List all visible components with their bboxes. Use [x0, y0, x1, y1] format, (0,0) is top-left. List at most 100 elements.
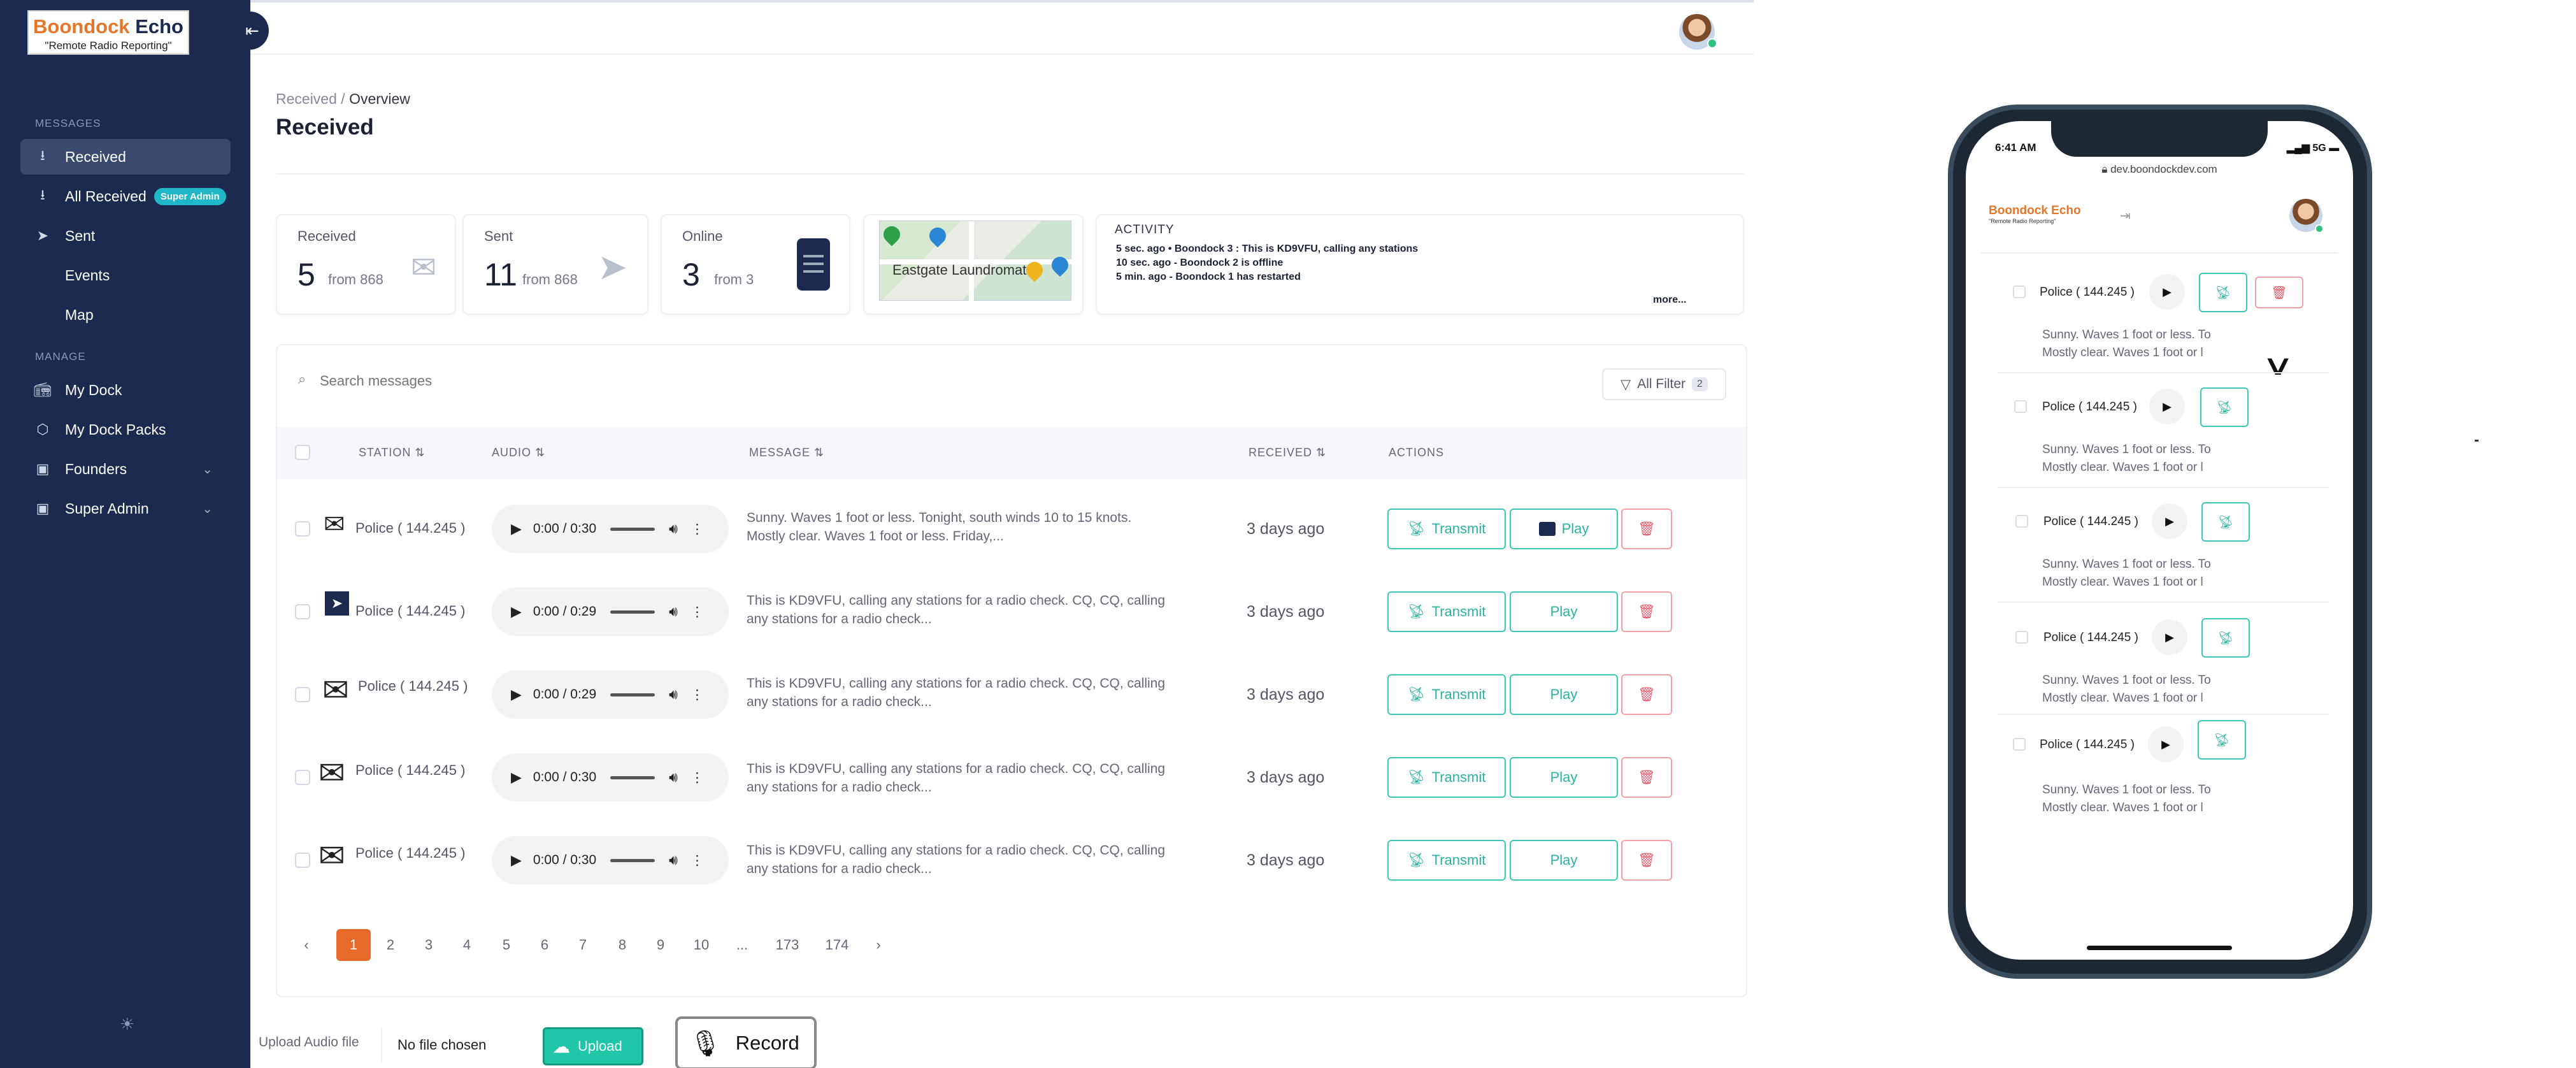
pagination-next[interactable]: ›: [869, 929, 888, 961]
play-button[interactable]: Play: [1510, 840, 1618, 881]
row-checkbox[interactable]: [2014, 400, 2027, 413]
delete-button[interactable]: 🗑︎: [1621, 840, 1672, 881]
sidebar-item-my-dock[interactable]: 📻︎ My Dock: [20, 372, 231, 408]
transmit-button[interactable]: 📡︎ Transmit: [1387, 509, 1506, 549]
page-173[interactable]: 173: [768, 929, 806, 961]
audio-seek-bar[interactable]: [610, 858, 655, 862]
volume-icon[interactable]: 🔊︎: [669, 769, 678, 786]
transmit-button[interactable]: 📡︎: [2201, 618, 2250, 658]
sidebar-item-events[interactable]: Events: [20, 257, 231, 293]
transmit-button[interactable]: 📡︎: [2200, 387, 2249, 427]
map-thumbnail[interactable]: Eastgate Laundromat: [879, 220, 1072, 301]
more-options-icon[interactable]: ⋮: [691, 770, 704, 786]
audio-player[interactable]: ▶ 0:00 / 0:29 🔊︎ ⋮: [492, 670, 729, 719]
page-10[interactable]: 10: [685, 929, 717, 961]
page-1[interactable]: 1: [336, 929, 371, 961]
phone-logo[interactable]: Boondock Echo "Remote Radio Reporting": [1989, 204, 2081, 224]
collapse-sidebar-button[interactable]: ⇤: [236, 11, 269, 50]
delete-button[interactable]: 🗑︎: [2255, 277, 2303, 308]
row-checkbox[interactable]: [295, 687, 310, 702]
play-icon[interactable]: ▶: [2152, 503, 2187, 539]
play-icon[interactable]: ▶: [511, 769, 522, 786]
transmit-button[interactable]: 📡︎: [2198, 720, 2246, 760]
received-stat-card[interactable]: Received 5 from 868 ✉: [276, 214, 456, 315]
page-3[interactable]: 3: [413, 929, 445, 961]
volume-icon[interactable]: 🔊︎: [669, 686, 678, 703]
sidebar-item-all-received[interactable]: ⭳ All Received Super Admin: [20, 178, 231, 214]
play-icon[interactable]: ▶: [2149, 389, 2185, 424]
page-6[interactable]: 6: [529, 929, 561, 961]
audio-player[interactable]: ▶ 0:00 / 0:29 🔊︎ ⋮: [492, 588, 729, 636]
upload-button[interactable]: ☁ Upload: [543, 1027, 643, 1065]
page-9[interactable]: 9: [645, 929, 676, 961]
file-chooser[interactable]: No file chosen: [381, 1027, 540, 1063]
audio-player[interactable]: ▶ 0:00 / 0:30 🔊︎ ⋮: [492, 505, 729, 553]
phone-url-bar[interactable]: 🔒︎ dev.boondockdev.com: [1975, 163, 2344, 176]
page-7[interactable]: 7: [567, 929, 599, 961]
delete-button[interactable]: 🗑︎: [1621, 591, 1672, 632]
audio-seek-bar[interactable]: [610, 693, 655, 696]
app-logo[interactable]: Boondock Echo "Remote Radio Reporting": [27, 10, 189, 55]
play-button[interactable]: Play: [1510, 757, 1618, 798]
all-filter-button[interactable]: ▽ All Filter 2: [1602, 368, 1726, 400]
play-icon[interactable]: ▶: [511, 686, 522, 703]
theme-toggle-icon[interactable]: ☀: [120, 1014, 134, 1034]
select-all-checkbox[interactable]: [295, 445, 310, 460]
play-button[interactable]: Play: [1510, 591, 1618, 632]
page-2[interactable]: 2: [375, 929, 406, 961]
sidebar-item-founders[interactable]: ▣ Founders ⌄: [20, 451, 231, 487]
row-checkbox[interactable]: [295, 604, 310, 619]
play-icon[interactable]: ▶: [2148, 726, 2184, 762]
transmit-button[interactable]: 📡︎ Transmit: [1387, 757, 1506, 798]
sidebar-item-my-dock-packs[interactable]: ⬡ My Dock Packs: [20, 412, 231, 447]
sidebar-item-received[interactable]: ⭳ Received: [20, 139, 231, 175]
play-icon[interactable]: ▶: [511, 852, 522, 869]
delete-button[interactable]: 🗑︎: [1621, 757, 1672, 798]
play-button[interactable]: Play: [1510, 674, 1618, 715]
phone-collapse-icon[interactable]: ⇥: [2120, 208, 2131, 224]
delete-button[interactable]: 🗑︎: [1621, 509, 1672, 549]
sidebar-item-map[interactable]: Map: [20, 297, 231, 333]
row-checkbox[interactable]: [2015, 631, 2028, 644]
transmit-button[interactable]: 📡︎: [2199, 273, 2247, 312]
transmit-button[interactable]: 📡︎ Transmit: [1387, 591, 1506, 632]
row-checkbox[interactable]: [2013, 285, 2026, 298]
row-checkbox[interactable]: [295, 521, 310, 537]
page-8[interactable]: 8: [606, 929, 638, 961]
play-icon[interactable]: ▶: [511, 603, 522, 620]
column-header-station[interactable]: STATION ⇅: [359, 446, 425, 459]
more-options-icon[interactable]: ⋮: [691, 521, 704, 537]
row-checkbox[interactable]: [2015, 515, 2028, 528]
more-options-icon[interactable]: ⋮: [691, 853, 704, 869]
row-checkbox[interactable]: [295, 853, 310, 868]
sidebar-item-super-admin[interactable]: ▣ Super Admin ⌄: [20, 491, 231, 526]
chevron-down-icon[interactable]: ∨: [2261, 349, 2294, 382]
home-indicator[interactable]: [2087, 946, 2232, 950]
volume-icon[interactable]: 🔊︎: [669, 852, 678, 869]
search-input[interactable]: [320, 368, 702, 394]
audio-seek-bar[interactable]: [610, 776, 655, 779]
column-header-received[interactable]: RECEIVED ⇅: [1249, 446, 1326, 459]
online-stat-card[interactable]: Online 3 from 3: [661, 214, 850, 315]
audio-seek-bar[interactable]: [610, 527, 655, 531]
page-5[interactable]: 5: [490, 929, 522, 961]
sent-stat-card[interactable]: Sent 11 from 868 ➤: [462, 214, 648, 315]
audio-seek-bar[interactable]: [610, 610, 655, 614]
more-options-icon[interactable]: ⋮: [691, 687, 704, 703]
play-button[interactable]: Play: [1510, 509, 1618, 549]
breadcrumb-link-received[interactable]: Received: [276, 90, 337, 107]
sidebar-item-sent[interactable]: ➤ Sent: [20, 218, 231, 254]
column-header-audio[interactable]: AUDIO ⇅: [492, 446, 545, 459]
audio-player[interactable]: ▶ 0:00 / 0:30 🔊︎ ⋮: [492, 836, 729, 884]
column-header-message[interactable]: MESSAGE ⇅: [749, 446, 824, 459]
volume-icon[interactable]: 🔊︎: [669, 603, 678, 620]
play-icon[interactable]: ▶: [511, 521, 522, 537]
row-checkbox[interactable]: [295, 770, 310, 785]
audio-player[interactable]: ▶ 0:00 / 0:30 🔊︎ ⋮: [492, 753, 729, 802]
delete-button[interactable]: 🗑︎: [1621, 674, 1672, 715]
row-checkbox[interactable]: [2013, 738, 2026, 751]
transmit-button[interactable]: 📡︎ Transmit: [1387, 674, 1506, 715]
activity-more-link[interactable]: more...: [1653, 294, 1686, 306]
record-button[interactable]: 🎙︎ Record: [675, 1016, 817, 1068]
pagination-prev[interactable]: ‹: [297, 929, 316, 961]
